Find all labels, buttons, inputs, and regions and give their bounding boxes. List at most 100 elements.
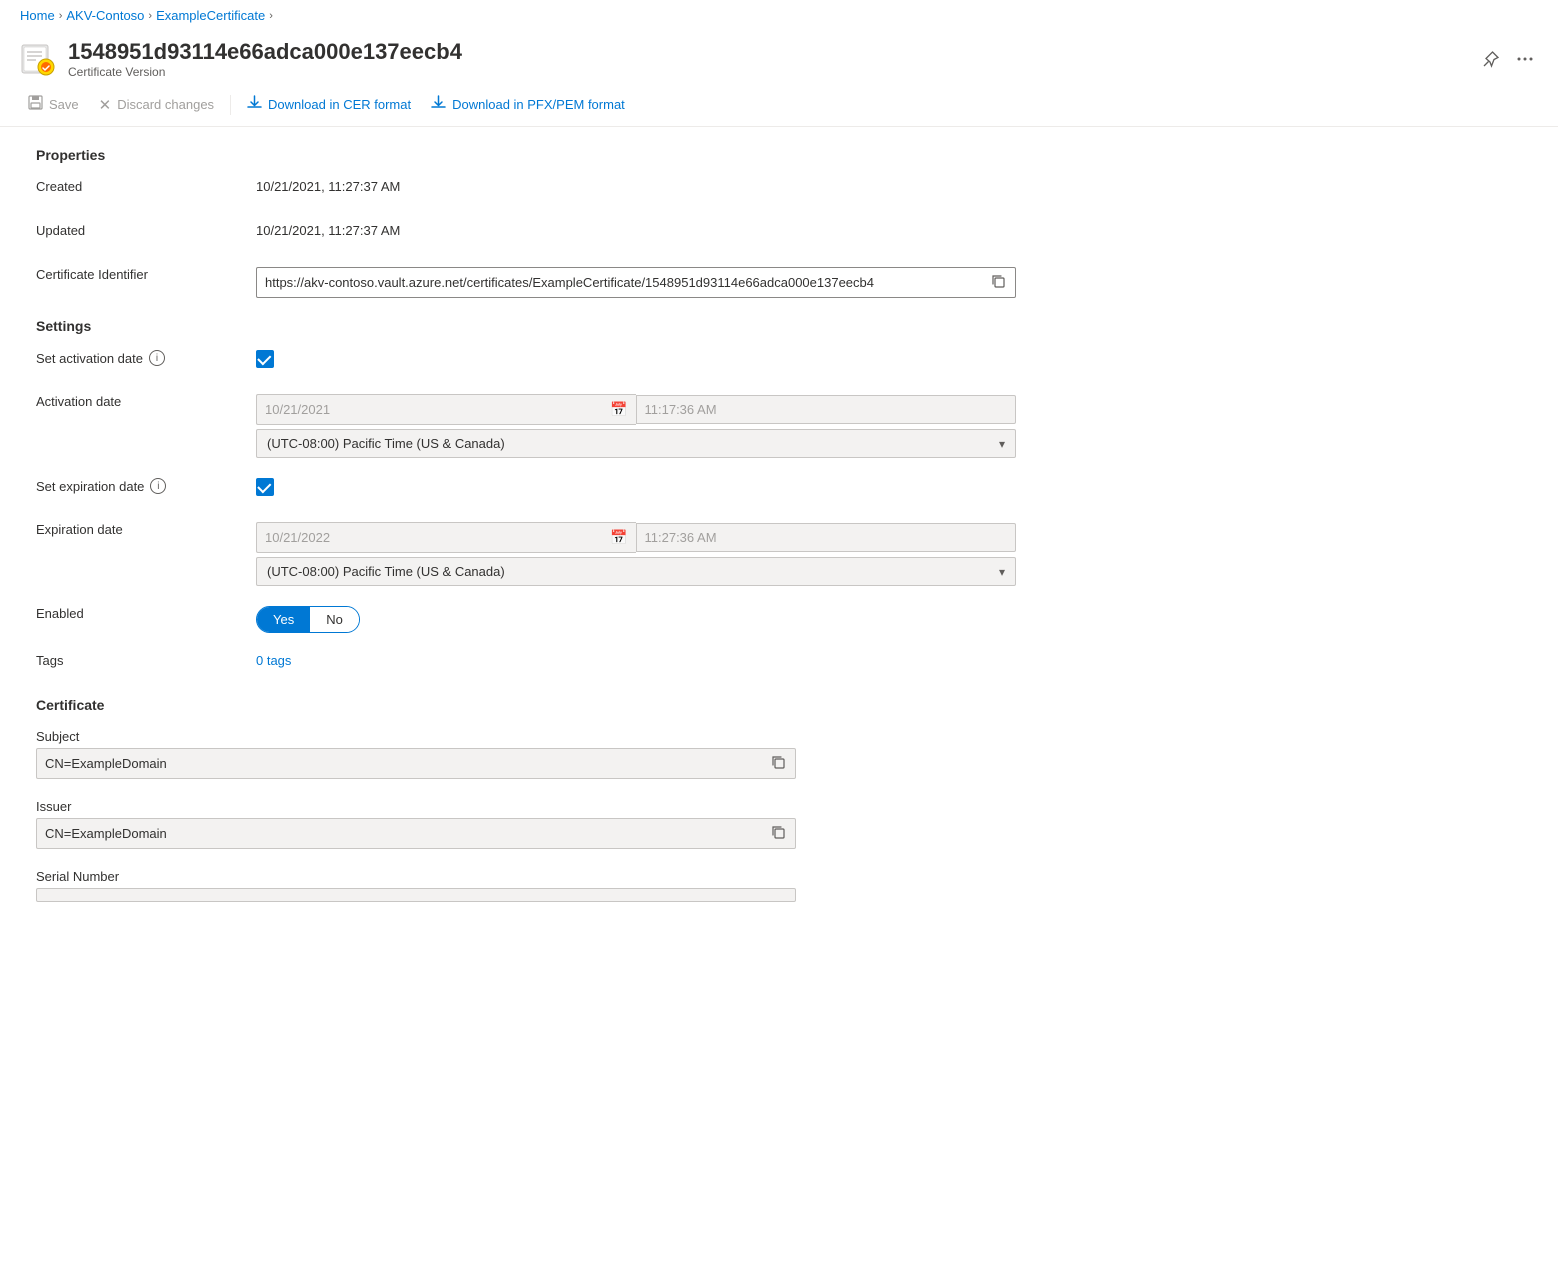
copy-issuer-button[interactable] [769, 825, 787, 842]
page-title: 1548951d93114e66adca000e137eecb4 [68, 39, 1466, 65]
expiration-toggle-label: Set expiration date i [36, 474, 256, 494]
cert-identifier-label: Certificate Identifier [36, 263, 256, 282]
updated-row: Updated 10/21/2021, 11:27:37 AM [36, 219, 1180, 247]
identifier-text: https://akv-contoso.vault.azure.net/cert… [265, 275, 985, 290]
enabled-toggle: Yes No [256, 606, 360, 633]
chevron-down-icon: ▾ [999, 437, 1005, 451]
download-pfx-icon [431, 95, 446, 114]
activation-tz-select[interactable]: (UTC-08:00) Pacific Time (US & Canada) ▾ [256, 429, 1016, 458]
subject-field: CN=ExampleDomain [36, 748, 796, 779]
activation-date-time: 10/21/2021 📅 11:17:36 AM [256, 394, 1016, 425]
expiration-toggle-row: Set expiration date i [36, 474, 1180, 502]
toolbar-separator [230, 95, 231, 115]
activation-date-text: 10/21/2021 [265, 402, 330, 417]
download-pfx-button[interactable]: Download in PFX/PEM format [423, 89, 633, 120]
issuer-row: Issuer CN=ExampleDomain [36, 795, 1180, 849]
subject-text: CN=ExampleDomain [45, 756, 769, 771]
activation-time-field[interactable]: 11:17:36 AM [636, 395, 1017, 424]
enabled-no-button[interactable]: No [310, 607, 359, 632]
activation-date-value: 10/21/2021 📅 11:17:36 AM (UTC-08:00) Pac… [256, 390, 1180, 458]
more-options-button[interactable] [1512, 46, 1538, 72]
expiration-tz-select[interactable]: (UTC-08:00) Pacific Time (US & Canada) ▾ [256, 557, 1016, 586]
expiration-time-field[interactable]: 11:27:36 AM [636, 523, 1017, 552]
breadcrumb-home[interactable]: Home [20, 8, 55, 23]
save-icon [28, 95, 43, 114]
activation-checkbox-wrapper [256, 350, 1180, 368]
breadcrumb-sep-2: › [148, 10, 152, 22]
properties-section-header: Properties [36, 147, 1180, 163]
calendar-icon: 📅 [610, 401, 627, 418]
serial-row: Serial Number [36, 865, 1180, 902]
tags-value: 0 tags [256, 649, 1180, 668]
expiration-date-field[interactable]: 10/21/2022 📅 [256, 522, 636, 553]
expiration-date-value: 10/21/2022 📅 11:27:36 AM (UTC-08:00) Pac… [256, 518, 1180, 586]
header-content: 1548951d93114e66adca000e137eecb4 Certifi… [68, 39, 1466, 79]
page-header: 1548951d93114e66adca000e137eecb4 Certifi… [0, 31, 1558, 83]
issuer-text: CN=ExampleDomain [45, 826, 769, 841]
expiration-date-label: Expiration date [36, 518, 256, 537]
activation-toggle-row: Set activation date i [36, 346, 1180, 374]
save-label: Save [49, 97, 79, 112]
enabled-yes-button[interactable]: Yes [257, 607, 310, 632]
subject-label: Subject [36, 725, 256, 744]
updated-value: 10/21/2021, 11:27:37 AM [256, 219, 1180, 238]
enabled-label: Enabled [36, 602, 256, 621]
discard-label: Discard changes [117, 97, 214, 112]
download-cer-icon [247, 95, 262, 114]
discard-button[interactable]: ✕ Discard changes [91, 90, 222, 120]
page-subtitle: Certificate Version [68, 65, 1466, 79]
header-actions [1478, 46, 1538, 72]
discard-icon: ✕ [99, 96, 112, 114]
certificate-section-header: Certificate [36, 697, 1180, 713]
copy-subject-button[interactable] [769, 755, 787, 772]
serial-label: Serial Number [36, 865, 256, 884]
main-content: Properties Created 10/21/2021, 11:27:37 … [0, 127, 1200, 938]
created-row: Created 10/21/2021, 11:27:37 AM [36, 175, 1180, 203]
activation-checkbox[interactable] [256, 350, 274, 368]
breadcrumb-sep-3: › [269, 10, 273, 22]
issuer-field: CN=ExampleDomain [36, 818, 796, 849]
created-value: 10/21/2021, 11:27:37 AM [256, 175, 1180, 194]
subject-row: Subject CN=ExampleDomain [36, 725, 1180, 779]
cert-identifier-row: Certificate Identifier https://akv-conto… [36, 263, 1180, 298]
cert-identifier-value: https://akv-contoso.vault.azure.net/cert… [256, 263, 1180, 298]
activation-info-icon[interactable]: i [149, 350, 165, 366]
copy-identifier-button[interactable] [989, 274, 1007, 291]
expiration-info-icon[interactable]: i [150, 478, 166, 494]
activation-toggle-value [256, 346, 1180, 368]
expiration-checkbox-wrapper [256, 478, 1180, 496]
enabled-value: Yes No [256, 602, 1180, 633]
expiration-time-text: 11:27:36 AM [645, 530, 717, 545]
activation-toggle-label: Set activation date i [36, 346, 256, 366]
issuer-label: Issuer [36, 795, 256, 814]
breadcrumb-sep-1: › [59, 10, 63, 22]
save-button[interactable]: Save [20, 89, 87, 120]
breadcrumb-cert[interactable]: ExampleCertificate [156, 8, 265, 23]
activation-date-row: Activation date 10/21/2021 📅 11:17:36 AM… [36, 390, 1180, 458]
download-cer-label: Download in CER format [268, 97, 411, 112]
download-cer-button[interactable]: Download in CER format [239, 89, 419, 120]
expiration-tz-text: (UTC-08:00) Pacific Time (US & Canada) [267, 564, 505, 579]
chevron-down-icon-exp: ▾ [999, 565, 1005, 579]
expiration-checkbox[interactable] [256, 478, 274, 496]
toolbar: Save ✕ Discard changes Download in CER f… [0, 83, 1558, 127]
settings-section-header: Settings [36, 318, 1180, 334]
expiration-date-row: Expiration date 10/21/2022 📅 11:27:36 AM… [36, 518, 1180, 586]
breadcrumb-akv[interactable]: AKV-Contoso [66, 8, 144, 23]
updated-label: Updated [36, 219, 256, 238]
tags-row: Tags 0 tags [36, 649, 1180, 677]
certificate-icon [20, 41, 56, 77]
activation-date-field[interactable]: 10/21/2021 📅 [256, 394, 636, 425]
tags-link[interactable]: 0 tags [256, 653, 291, 668]
calendar-icon-exp: 📅 [610, 529, 627, 546]
activation-time-text: 11:17:36 AM [645, 402, 717, 417]
activation-date-label: Activation date [36, 390, 256, 409]
pin-button[interactable] [1478, 46, 1504, 72]
enabled-row: Enabled Yes No [36, 602, 1180, 633]
identifier-field: https://akv-contoso.vault.azure.net/cert… [256, 267, 1016, 298]
download-pfx-label: Download in PFX/PEM format [452, 97, 625, 112]
serial-field [36, 888, 796, 902]
expiration-toggle-value [256, 474, 1180, 496]
activation-tz-text: (UTC-08:00) Pacific Time (US & Canada) [267, 436, 505, 451]
tags-label: Tags [36, 649, 256, 668]
